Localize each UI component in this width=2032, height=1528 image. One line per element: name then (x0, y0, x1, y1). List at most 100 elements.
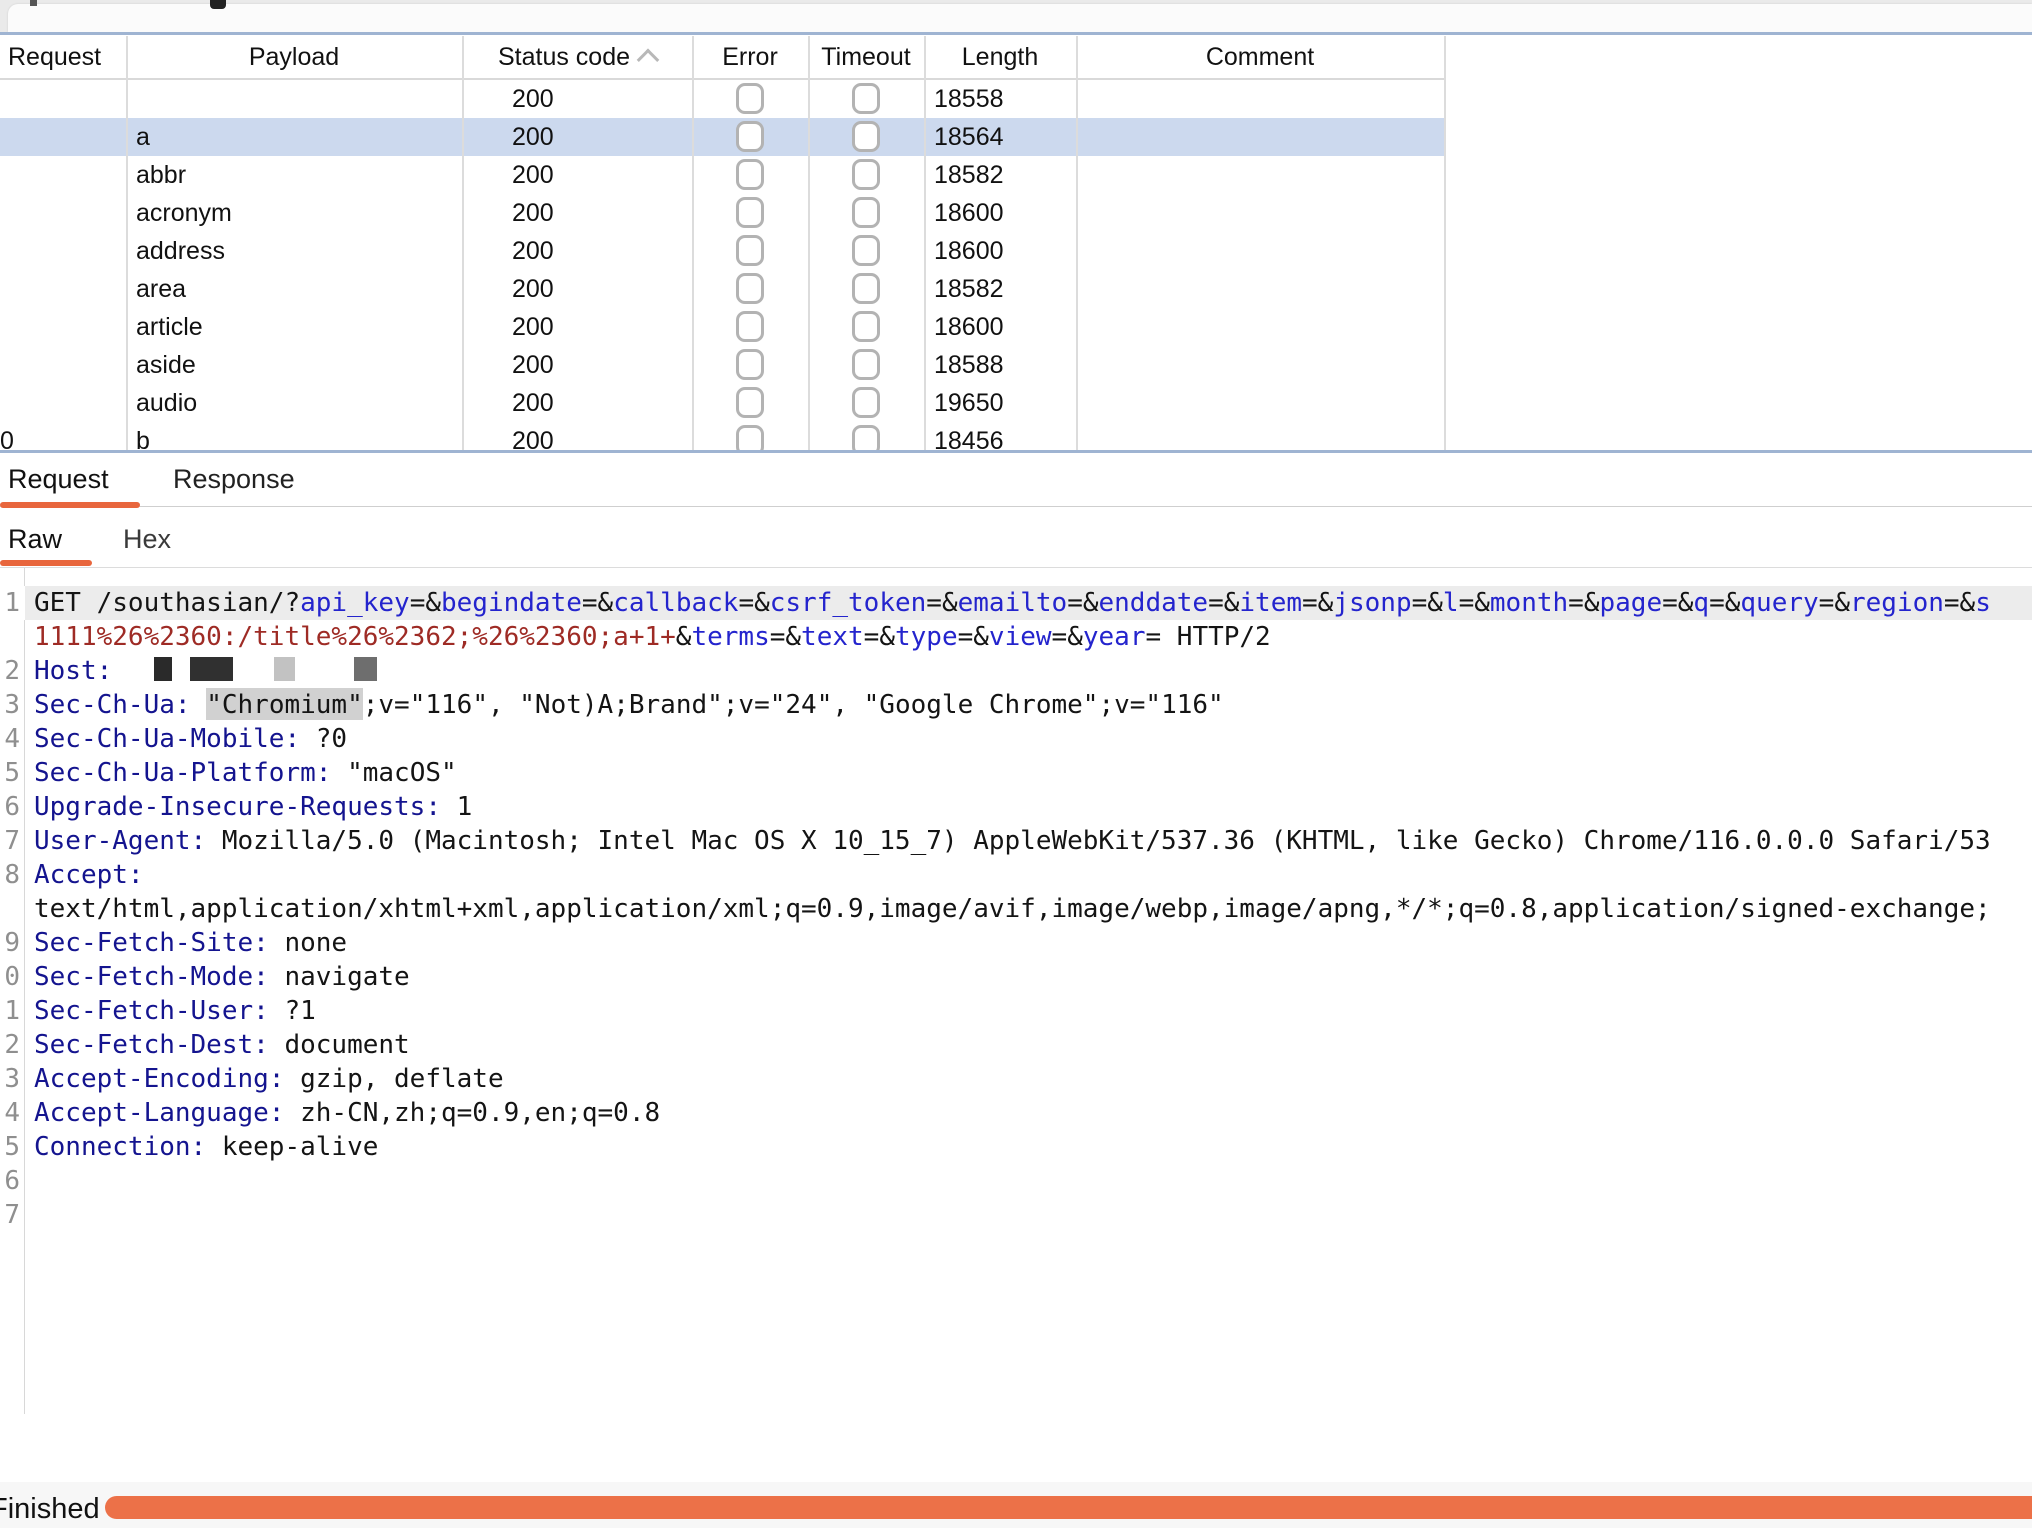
table-row[interactable]: acronym20018600 (0, 194, 2032, 232)
cell-len: 18600 (934, 308, 1074, 346)
status-code-label: Status code (498, 43, 630, 71)
timeout-checkbox[interactable] (852, 197, 880, 228)
cell-status: 200 (512, 422, 682, 450)
cell-len: 18588 (934, 346, 1074, 384)
column-header-comment[interactable]: Comment (1076, 36, 1444, 79)
error-checkbox[interactable] (736, 425, 764, 450)
tab-bar-hairline (0, 506, 2032, 507)
table-row[interactable]: 0b20018456 (0, 422, 2032, 450)
line-number: 6 (0, 1164, 20, 1198)
tab-hex[interactable]: Hex (123, 518, 171, 560)
timeout-checkbox[interactable] (852, 273, 880, 304)
cell-pay: b (136, 422, 456, 450)
tab-request[interactable]: Request (8, 456, 109, 502)
line-number: 7 (0, 1198, 20, 1232)
cell-status: 200 (512, 232, 682, 270)
column-header-error[interactable]: Error (692, 36, 808, 79)
panel-divider-top (0, 32, 2032, 35)
cell-len: 18564 (934, 118, 1074, 156)
timeout-checkbox[interactable] (852, 349, 880, 380)
tab-raw[interactable]: Raw (8, 518, 62, 560)
editor-lines: 1GET /southasian/?api_key=&begindate=&ca… (0, 586, 2032, 1232)
table-row[interactable]: address20018600 (0, 232, 2032, 270)
line-number: 5 (0, 756, 20, 790)
error-checkbox[interactable] (736, 273, 764, 304)
error-checkbox[interactable] (736, 235, 764, 266)
cell-pay: aside (136, 346, 456, 384)
editor-line: 1111%26%2360:/title%26%2362;%26%2360;a+1… (0, 620, 2032, 654)
table-row[interactable]: a20018564 (0, 118, 2032, 156)
cell-status: 200 (512, 308, 682, 346)
redaction-block (274, 657, 295, 681)
error-checkbox[interactable] (736, 197, 764, 228)
table-row[interactable]: abbr 200 18582 (0, 156, 2032, 194)
timeout-checkbox[interactable] (852, 235, 880, 266)
editor-line: 6Upgrade-Insecure-Requests: 1 (0, 790, 2032, 824)
cell-pay: area (136, 270, 456, 308)
table-row[interactable]: aside20018588 (0, 346, 2032, 384)
error-checkbox[interactable] (736, 387, 764, 418)
column-header-status-code[interactable]: Status code (462, 36, 692, 79)
editor-line: 1GET /southasian/?api_key=&begindate=&ca… (0, 586, 2032, 620)
cell-req (0, 80, 120, 118)
table-row[interactable]: area20018582 (0, 270, 2032, 308)
request-editor[interactable]: 1GET /southasian/?api_key=&begindate=&ca… (0, 568, 2032, 1414)
editor-line: 7User-Agent: Mozilla/5.0 (Macintosh; Int… (0, 824, 2032, 858)
column-header-payload[interactable]: Payload (126, 36, 462, 79)
cell-len: 18582 (934, 156, 1074, 194)
error-checkbox[interactable] (736, 83, 764, 114)
cell-pay: article (136, 308, 456, 346)
column-divider (1444, 36, 1446, 450)
results-table-body: 20018558a20018564abbr 200 18582acronym2001… (0, 80, 2032, 450)
editor-line: 9Sec-Fetch-Site: none (0, 926, 2032, 960)
cell-len: 19650 (934, 384, 1074, 422)
timeout-checkbox[interactable] (852, 121, 880, 152)
timeout-checkbox[interactable] (852, 311, 880, 342)
editor-toolbar: ? ← → (0, 1414, 2032, 1482)
attack-status-label: Finished (0, 1493, 100, 1526)
error-checkbox[interactable] (736, 311, 764, 342)
timeout-checkbox[interactable] (852, 159, 880, 190)
error-checkbox[interactable] (736, 159, 764, 190)
editor-line: 2Sec-Fetch-Dest: document (0, 1028, 2032, 1062)
line-number: 0 (0, 960, 20, 994)
editor-line: 6 (0, 1164, 2032, 1198)
column-header-timeout[interactable]: Timeout (808, 36, 924, 79)
timeout-checkbox[interactable] (852, 425, 880, 450)
editor-line: 8Accept: (0, 858, 2032, 892)
editor-line: 3Sec-Ch-Ua: "Chromium";v="116", "Not)A;B… (0, 688, 2032, 722)
column-divider (808, 36, 810, 450)
cell-req (0, 270, 120, 308)
line-number: 4 (0, 1096, 20, 1130)
timeout-checkbox[interactable] (852, 83, 880, 114)
line-number: 6 (0, 790, 20, 824)
tab-response[interactable]: Response (173, 456, 295, 502)
panel-divider-middle (0, 450, 2032, 453)
editor-line: 7 (0, 1198, 2032, 1232)
line-number: 2 (0, 654, 20, 688)
column-divider (1076, 36, 1078, 450)
cell-req (0, 156, 120, 194)
cell-len: 18456 (934, 422, 1074, 450)
cell-status: 200 (512, 194, 682, 232)
editor-line: 0Sec-Fetch-Mode: navigate (0, 960, 2032, 994)
cell-status: 200 (512, 384, 682, 422)
error-checkbox[interactable] (736, 121, 764, 152)
column-header-request[interactable]: Request (8, 36, 101, 79)
line-number: 1 (0, 994, 20, 1028)
cell-pay: abbr (136, 156, 456, 194)
table-row[interactable]: 20018558 (0, 80, 2032, 118)
editor-line: 2Host: (0, 654, 2032, 688)
line-number: 7 (0, 824, 20, 858)
cell-status: 200 (512, 156, 682, 194)
cell-pay (136, 80, 456, 118)
column-header-length[interactable]: Length (924, 36, 1076, 79)
error-checkbox[interactable] (736, 349, 764, 380)
editor-line: 4Sec-Ch-Ua-Mobile: ?0 (0, 722, 2032, 756)
editor-line: text/html,application/xhtml+xml,applicat… (0, 892, 2032, 926)
table-row[interactable]: audio20019650 (0, 384, 2032, 422)
active-tab-underline (0, 502, 140, 508)
timeout-checkbox[interactable] (852, 387, 880, 418)
intruder-attack-window: Request Payload Status code Error Timeou… (0, 0, 2032, 1528)
table-row[interactable]: article 200 18600 (0, 308, 2032, 346)
